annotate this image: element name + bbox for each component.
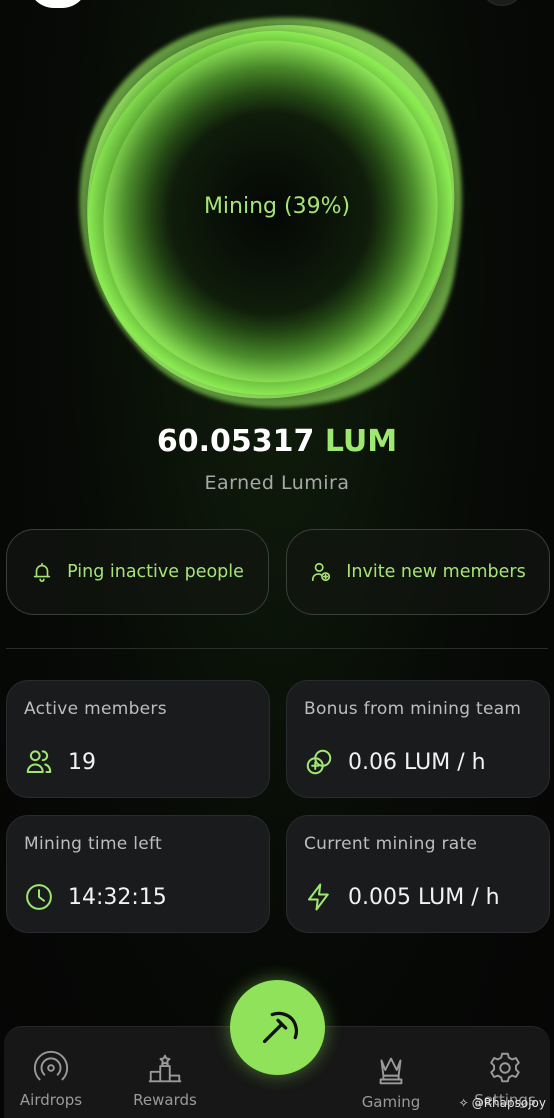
nav-airdrops[interactable]: Airdrops [6, 1049, 96, 1109]
users-icon [26, 750, 52, 773]
nav-airdrops-label: Airdrops [19, 1091, 83, 1109]
balance-caption: Earned Lumira [204, 472, 350, 494]
nav-rewards[interactable]: Rewards [120, 1049, 210, 1109]
mining-status: Mining (39%) [203, 194, 351, 219]
mine-button[interactable] [230, 980, 325, 1075]
radar-icon [33, 1050, 69, 1081]
invite-members-label: Invite new members [346, 562, 526, 582]
balance-amount: 60.05317 [156, 424, 315, 459]
nav-gaming-label: Gaming [361, 1093, 421, 1111]
ping-inactive-button[interactable]: Ping inactive people [6, 529, 269, 615]
balance-display: 60.05317 LUM [0, 424, 554, 459]
chess-queen-icon [379, 1057, 403, 1085]
nav-rewards-label: Rewards [133, 1091, 197, 1109]
ping-inactive-label: Ping inactive people [67, 562, 244, 582]
clock-icon [26, 884, 52, 910]
watermark-icon: ✧ [458, 1096, 469, 1110]
lightning-icon [308, 883, 329, 911]
bell-icon [33, 562, 51, 582]
mining-rate-value: 0.005 LUM / h [348, 884, 500, 910]
mining-time-card: Mining time left 14:32:15 [6, 815, 270, 933]
bonus-card: Bonus from mining team 0.06 LUM / h [286, 680, 550, 798]
watermark: ✧ @Rhapsojoy [459, 1096, 546, 1110]
invite-members-button[interactable]: Invite new members [286, 529, 550, 615]
active-members-card: Active members 19 [6, 680, 270, 798]
bonus-title: Bonus from mining team [304, 699, 522, 719]
top-right-button[interactable] [480, 0, 524, 6]
pickaxe-icon [262, 1011, 298, 1043]
user-plus-icon [312, 562, 331, 582]
watermark-text: @Rhapsojoy [471, 1096, 546, 1110]
gear-icon [490, 1052, 520, 1083]
active-members-title: Active members [24, 699, 167, 719]
divider [6, 648, 548, 649]
active-members-value: 19 [68, 749, 96, 775]
mining-rate-title: Current mining rate [304, 834, 478, 854]
coins-icon [306, 749, 332, 775]
mining-rate-card: Current mining rate 0.005 LUM / h [286, 815, 550, 933]
mining-time-value: 14:32:15 [68, 884, 167, 910]
nav-gaming[interactable]: Gaming [346, 1051, 436, 1111]
mining-time-title: Mining time left [24, 834, 163, 854]
balance-unit: LUM [324, 424, 398, 459]
bonus-value: 0.06 LUM / h [348, 749, 486, 775]
podium-icon [148, 1054, 182, 1083]
